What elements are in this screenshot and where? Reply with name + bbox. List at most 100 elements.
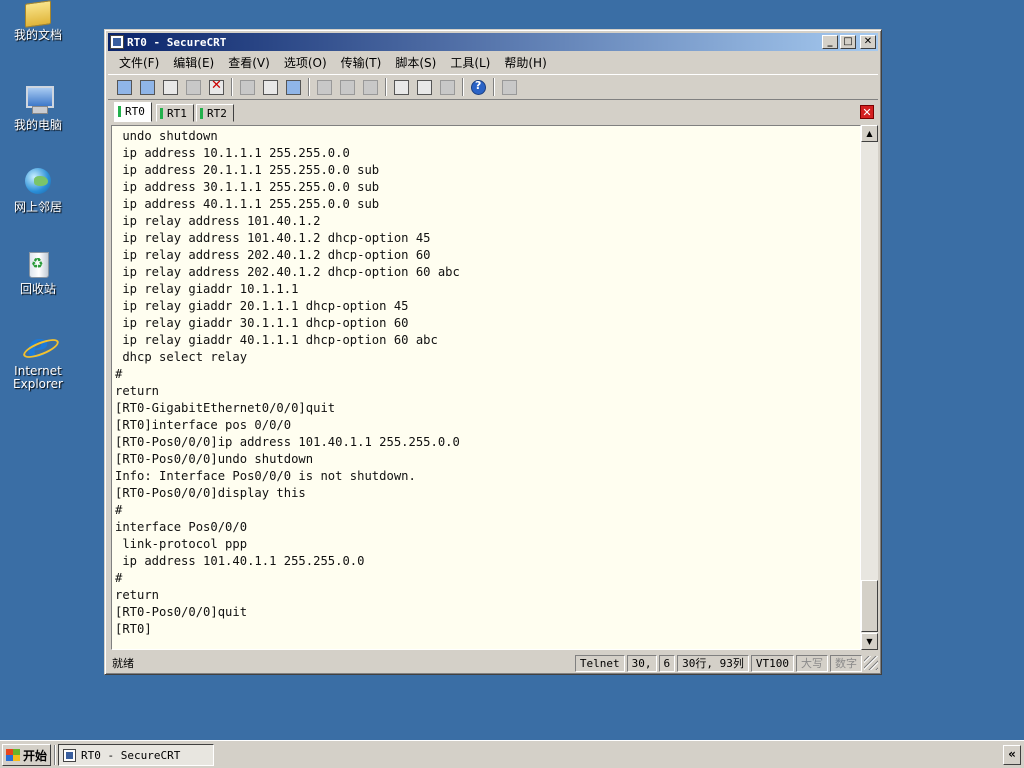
terminal-line: [RT0-Pos0/0/0]ip address 101.40.1.1 255.… xyxy=(115,435,460,449)
toolbar-overflow-icon[interactable] xyxy=(499,77,519,97)
scrollbar-thumb[interactable] xyxy=(861,580,878,632)
quick-connect-icon[interactable] xyxy=(137,77,157,97)
terminal-line: interface Pos0/0/0 xyxy=(115,520,248,534)
windows-logo-icon xyxy=(6,749,20,761)
vertical-scrollbar[interactable]: ▲ ▼ xyxy=(861,125,878,650)
minimize-button[interactable]: _ xyxy=(822,35,838,49)
copy-icon[interactable] xyxy=(237,77,257,97)
terminal-line: [RT0-Pos0/0/0]display this xyxy=(115,486,306,500)
close-button[interactable]: ✕ xyxy=(860,35,876,49)
terminal-line: ip address 10.1.1.1 255.255.0.0 xyxy=(115,146,350,160)
key-map-icon[interactable] xyxy=(437,77,457,97)
terminal-line: ip address 40.1.1.1 255.255.0.0 sub xyxy=(115,197,380,211)
desktop-icon-my-documents[interactable]: 我的文档 xyxy=(6,0,70,42)
terminal-line: ip relay address 202.40.1.2 dhcp-option … xyxy=(115,248,431,262)
menu-file[interactable]: 文件(F) xyxy=(112,54,166,71)
menu-bar: 文件(F) 编辑(E) 查看(V) 选项(O) 传输(T) 脚本(S) 工具(L… xyxy=(108,52,878,72)
terminal-line: ip relay address 202.40.1.2 dhcp-option … xyxy=(115,265,460,279)
recycle-bin-icon xyxy=(22,248,54,280)
status-ready: 就绪 xyxy=(112,657,134,670)
status-cursor-row: 30, xyxy=(626,654,657,672)
print-icon[interactable] xyxy=(314,77,334,97)
status-caps-lock: 大写 xyxy=(796,654,828,672)
tray-expand-button[interactable]: « xyxy=(1003,745,1021,765)
menu-tools[interactable]: 工具(L) xyxy=(443,54,497,71)
status-protocol: Telnet xyxy=(574,654,625,672)
desktop-icon-my-computer[interactable]: 我的电脑 xyxy=(6,84,70,132)
print-selection-icon[interactable] xyxy=(337,77,357,97)
taskbar: 开始 RT0 - SecureCRT « xyxy=(0,740,1024,768)
desktop-icon-label: 我的文档 xyxy=(13,28,62,42)
taskbar-item-label: RT0 - SecureCRT xyxy=(81,748,181,762)
desktop-icon-label: 网上邻居 xyxy=(13,200,62,214)
terminal-line: ip relay address 101.40.1.2 dhcp-option … xyxy=(115,231,431,245)
toolbar-separator xyxy=(231,78,233,96)
terminal-output[interactable]: undo shutdown ip address 10.1.1.1 255.25… xyxy=(111,125,861,650)
scroll-down-icon[interactable]: ▼ xyxy=(861,633,878,650)
tab-rt0[interactable]: RT0 xyxy=(114,102,152,122)
session-tab-bar: RT0 RT1 RT2 ✕ xyxy=(108,102,878,122)
start-button[interactable]: 开始 xyxy=(2,744,51,766)
terminal-line: [RT0-GigabitEthernet0/0/0]quit xyxy=(115,401,336,415)
maximize-button[interactable]: □ xyxy=(840,35,856,49)
status-size: 30行, 93列 xyxy=(677,654,749,672)
taskbar-separator xyxy=(54,745,56,765)
toolbar-separator xyxy=(493,78,495,96)
status-num-lock: 数字 xyxy=(830,654,862,672)
menu-script[interactable]: 脚本(S) xyxy=(388,54,443,71)
window-title: RT0 - SecureCRT xyxy=(127,35,227,49)
desktop-icon-network-places[interactable]: 网上邻居 xyxy=(6,166,70,214)
session-options-icon[interactable] xyxy=(391,77,411,97)
tab-rt1[interactable]: RT1 xyxy=(156,104,194,122)
terminal-line: [RT0-Pos0/0/0]undo shutdown xyxy=(115,452,314,466)
toolbar-separator xyxy=(385,78,387,96)
menu-help[interactable]: 帮助(H) xyxy=(497,54,553,71)
resize-grip-icon[interactable] xyxy=(864,656,878,670)
terminal-line: # xyxy=(115,367,123,381)
help-icon[interactable] xyxy=(468,77,488,97)
terminal-line: ip relay giaddr 40.1.1.1 dhcp-option 60 … xyxy=(115,333,438,347)
terminal-line: return xyxy=(115,588,160,602)
connect-in-tab-icon[interactable] xyxy=(160,77,180,97)
tab-rt2[interactable]: RT2 xyxy=(196,104,234,122)
menu-options[interactable]: 选项(O) xyxy=(277,54,334,71)
status-bar: 就绪 Telnet 30, 6 30行, 93列 VT100 大写 数字 xyxy=(108,653,878,673)
start-label: 开始 xyxy=(23,748,48,763)
menu-edit[interactable]: 编辑(E) xyxy=(166,54,221,71)
terminal-line: ip relay giaddr 30.1.1.1 dhcp-option 60 xyxy=(115,316,409,330)
terminal-line: ip address 20.1.1.1 255.255.0.0 sub xyxy=(115,163,380,177)
status-terminal-type: VT100 xyxy=(750,654,794,672)
global-options-icon[interactable] xyxy=(414,77,434,97)
terminal-line: Info: Interface Pos0/0/0 is not shutdown… xyxy=(115,469,416,483)
terminal-line: undo shutdown xyxy=(115,129,218,143)
terminal-line: ip address 30.1.1.1 255.255.0.0 sub xyxy=(115,180,380,194)
paste-icon[interactable] xyxy=(260,77,280,97)
print-setup-icon[interactable] xyxy=(360,77,380,97)
menu-transfer[interactable]: 传输(T) xyxy=(334,54,389,71)
terminal-line: ip relay giaddr 10.1.1.1 xyxy=(115,282,299,296)
connect-icon[interactable] xyxy=(114,77,134,97)
desktop-icon-label: Internet Explorer xyxy=(13,364,63,391)
terminal-line: ip relay address 101.40.1.2 xyxy=(115,214,321,228)
desktop-icon-label: 回收站 xyxy=(19,282,56,296)
terminal-line: ip address 101.40.1.1 255.255.0.0 xyxy=(115,554,365,568)
terminal-line: ip relay giaddr 20.1.1.1 dhcp-option 45 xyxy=(115,299,409,313)
title-bar[interactable]: RT0 - SecureCRT _ □ ✕ xyxy=(108,33,878,51)
menu-view[interactable]: 查看(V) xyxy=(221,54,277,71)
toolbar-separator xyxy=(308,78,310,96)
reconnect-icon[interactable] xyxy=(183,77,203,97)
desktop-icon-recycle-bin[interactable]: 回收站 xyxy=(6,248,70,296)
toolbar xyxy=(108,74,878,100)
terminal-line: return xyxy=(115,384,160,398)
taskbar-item-securecrt[interactable]: RT0 - SecureCRT xyxy=(58,744,214,766)
securecrt-app-icon[interactable] xyxy=(110,35,124,49)
terminal-line: link-protocol ppp xyxy=(115,537,248,551)
toolbar-separator xyxy=(462,78,464,96)
securecrt-window: RT0 - SecureCRT _ □ ✕ 文件(F) 编辑(E) 查看(V) … xyxy=(104,29,882,675)
find-icon[interactable] xyxy=(283,77,303,97)
desktop-icon-internet-explorer[interactable]: e Internet Explorer xyxy=(6,329,70,391)
disconnect-icon[interactable] xyxy=(206,77,226,97)
close-tab-icon[interactable]: ✕ xyxy=(860,105,874,119)
terminal-line: # xyxy=(115,571,123,585)
scroll-up-icon[interactable]: ▲ xyxy=(861,125,878,142)
